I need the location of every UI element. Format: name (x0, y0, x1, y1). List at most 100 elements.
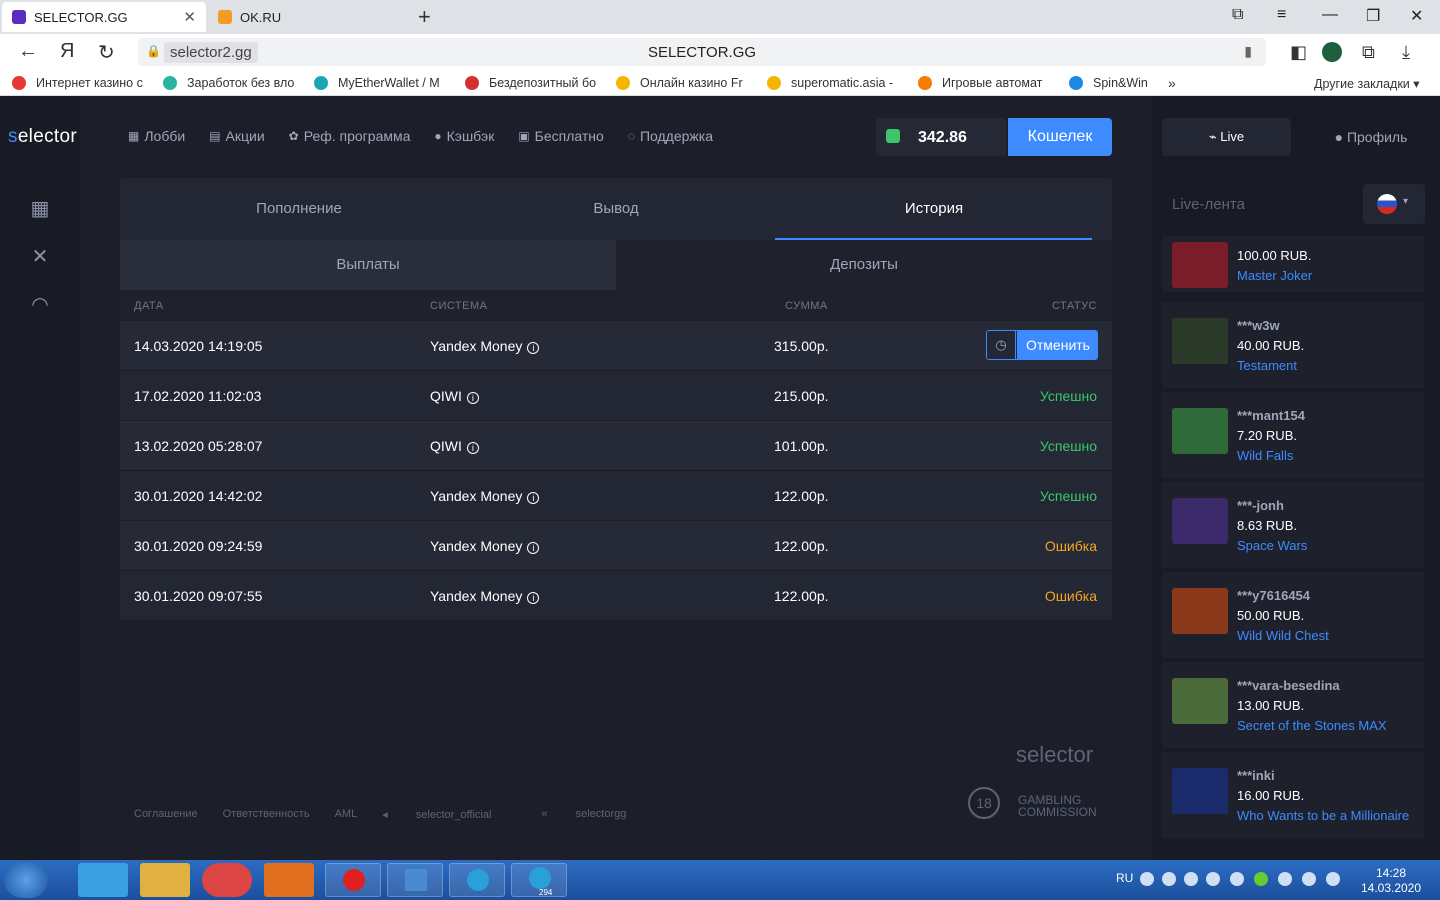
row-amount: 122.00р. (774, 538, 829, 554)
cancel-button[interactable]: Отменить (1017, 331, 1097, 359)
feed-item[interactable]: ***inki 16.00 RUB. Who Wants to be a Mil… (1162, 752, 1424, 838)
yandex-icon[interactable]: Я (60, 40, 74, 63)
display-icon[interactable] (1302, 872, 1316, 886)
info-icon[interactable]: i (527, 542, 540, 554)
nvidia-icon[interactable] (1254, 872, 1268, 886)
live-button[interactable]: ⌁ Live (1162, 118, 1291, 156)
feed-game[interactable]: Wild Wild Chest (1237, 628, 1329, 643)
window-close-icon[interactable]: ✕ (1410, 6, 1423, 26)
feed-item[interactable]: ***vara-besedina 13.00 RUB. Secret of th… (1162, 662, 1424, 748)
media-player-icon[interactable] (264, 863, 314, 897)
close-icon[interactable]: ✕ (183, 8, 196, 26)
chrome-icon[interactable] (202, 863, 252, 897)
bookmark-item[interactable]: Заработок без вло (163, 76, 299, 90)
minimize-icon[interactable]: — (1322, 6, 1338, 24)
bookmark-item[interactable]: Онлайн казино Fr (616, 76, 752, 90)
info-icon[interactable]: i (527, 592, 540, 604)
other-bookmarks[interactable]: Другие закладки ▾ (1314, 76, 1420, 91)
volume-icon[interactable] (1326, 872, 1340, 886)
collections-icon[interactable]: ⧉ (1362, 42, 1375, 63)
nav-cashback[interactable]: ● Кэшбэк (434, 128, 494, 144)
tab-history[interactable]: История (775, 178, 1093, 240)
bookmark-item[interactable]: MyEtherWallet / M (314, 76, 450, 90)
footer-link-vk[interactable]: « selectorgg (541, 808, 651, 821)
bookmark-item[interactable]: Spin&Win (1069, 76, 1159, 90)
game-thumbnail (1172, 678, 1228, 724)
status-badge: Успешно (1039, 488, 1097, 504)
language-selector[interactable]: ▾ (1363, 184, 1425, 224)
info-icon[interactable]: i (527, 342, 540, 354)
explorer-icon[interactable] (140, 863, 190, 897)
telegram-tray-icon[interactable] (1206, 872, 1220, 886)
nav-free[interactable]: ▣ Бесплатно (518, 128, 603, 144)
omnibox-domain[interactable]: selector2.gg (164, 42, 258, 63)
bookmark-item[interactable]: superomatic.asia - (767, 76, 903, 90)
bookmark-item[interactable]: Игровые автомат (918, 76, 1054, 90)
telegram-badge-icon[interactable]: 294 (511, 863, 567, 897)
bookmark-item[interactable]: Бездепозитный бо (465, 76, 601, 90)
control-panel-icon[interactable] (387, 863, 443, 897)
selector-favicon-icon (12, 10, 26, 24)
feed-item[interactable]: 100.00 RUB. Master Joker (1162, 236, 1424, 292)
footer-link-aml[interactable]: AML (335, 808, 358, 821)
footer-link-telegram[interactable]: ◂ selector_official (382, 808, 516, 821)
bookmark-icon[interactable]: ▮ (1244, 43, 1252, 60)
footer-link-agreement[interactable]: Соглашение (134, 808, 198, 821)
ie-icon[interactable] (78, 863, 128, 897)
bookmarks-panel-icon[interactable]: ⧉ (1232, 6, 1243, 24)
info-icon[interactable]: i (466, 392, 479, 404)
download-icon[interactable]: ⤓ (1402, 42, 1410, 63)
restore-icon[interactable]: ❐ (1366, 6, 1380, 26)
nav-support[interactable]: ◌ Поддержка (628, 128, 713, 144)
info-icon[interactable]: i (466, 442, 479, 454)
menu-icon[interactable]: ≡ (1277, 6, 1286, 24)
nav-promotions[interactable]: ▤ Акции (209, 128, 264, 144)
info-icon[interactable]: i (527, 492, 540, 504)
feed-item[interactable]: ***w3w 40.00 RUB. Testament (1162, 302, 1424, 388)
tab-deposit[interactable]: Пополнение (140, 178, 458, 240)
subtab-payouts[interactable]: Выплаты (120, 240, 616, 290)
feed-game[interactable]: Master Joker (1237, 268, 1312, 283)
feed-game[interactable]: Space Wars (1237, 538, 1307, 553)
telegram-icon[interactable] (449, 863, 505, 897)
omnibox[interactable]: 🔒 SELECTOR.GG selector2.gg ▮ (138, 38, 1266, 66)
back-icon[interactable]: ← (18, 40, 38, 63)
yandex-browser-icon[interactable] (325, 863, 381, 897)
network-tray-icon[interactable] (1230, 872, 1244, 886)
nav-referral[interactable]: ✿ Реф. программа (289, 128, 411, 144)
left-sidebar: selector ▦ ✕ ◠ (0, 96, 80, 860)
extension-icon[interactable]: ◧ (1290, 42, 1307, 63)
profile-button[interactable]: ● Профиль (1312, 118, 1430, 156)
windows-start-icon[interactable] (4, 862, 48, 898)
slots-icon[interactable]: ▦ (26, 196, 54, 224)
language-indicator[interactable]: RU (1116, 871, 1133, 885)
tab-selector[interactable]: SELECTOR.GG ✕ (2, 2, 206, 32)
feed-game[interactable]: Testament (1237, 358, 1297, 373)
bookmark-item[interactable]: Интернет казино с (12, 76, 148, 90)
help-icon[interactable] (1140, 872, 1154, 886)
feed-game[interactable]: Wild Falls (1237, 448, 1293, 463)
row-amount: 122.00р. (774, 588, 829, 604)
feed-game[interactable]: Who Wants to be a Millionaire (1237, 808, 1409, 823)
feed-game[interactable]: Secret of the Stones MAX (1237, 718, 1387, 733)
shield-icon[interactable] (1184, 872, 1198, 886)
nav-lobby[interactable]: ▦ Лобби (128, 128, 185, 144)
site-logo[interactable]: selector (8, 126, 77, 148)
extension-circle-icon[interactable] (1322, 42, 1342, 62)
feed-item[interactable]: ***mant154 7.20 RUB. Wild Falls (1162, 392, 1424, 478)
footer-link-responsibility[interactable]: Ответственность (223, 808, 310, 821)
clock[interactable]: 14:28 14.03.2020 (1356, 866, 1426, 896)
new-tab-icon[interactable]: + (418, 4, 431, 30)
wallet-button[interactable]: Кошелек (1008, 118, 1112, 156)
feed-item[interactable]: ***y7616454 50.00 RUB. Wild Wild Chest (1162, 572, 1424, 658)
feed-item[interactable]: ***-jonh 8.63 RUB. Space Wars (1162, 482, 1424, 568)
bookmarks-more-icon[interactable]: » (1168, 75, 1176, 91)
tab-ok[interactable]: OK.RU (208, 2, 406, 32)
reload-icon[interactable]: ↻ (98, 40, 115, 65)
crossed-swords-icon[interactable]: ✕ (26, 244, 54, 272)
headset-icon[interactable]: ◠ (26, 292, 54, 320)
subtab-deposits[interactable]: Депозиты (616, 240, 1112, 290)
volume-alt-icon[interactable] (1278, 872, 1292, 886)
tab-withdraw[interactable]: Вывод (457, 178, 775, 240)
tray-icon[interactable] (1162, 872, 1176, 886)
